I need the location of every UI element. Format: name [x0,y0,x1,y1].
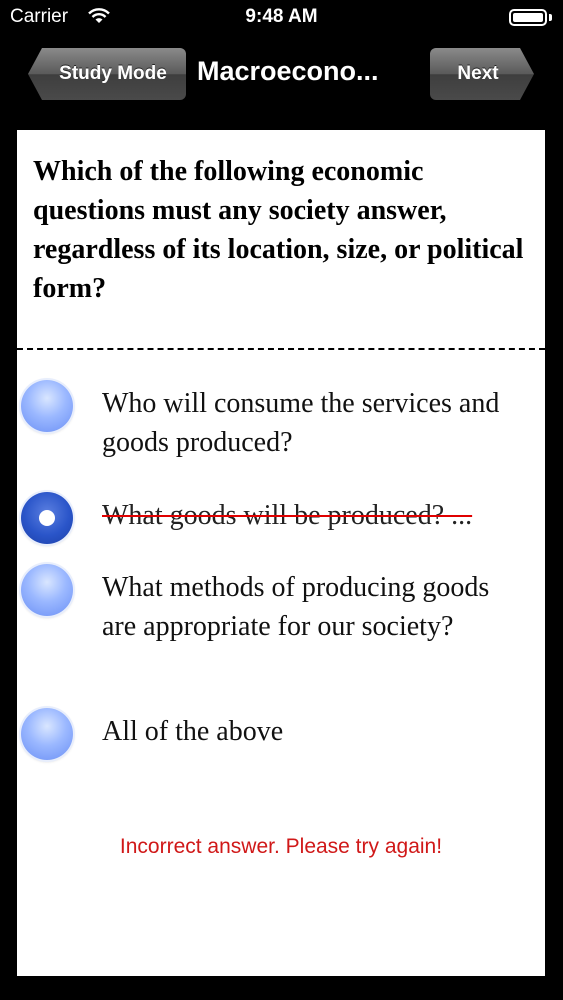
answer-option-3[interactable]: What methods of producing goods are appr… [17,560,545,690]
answer-option-2[interactable]: What goods will be produced? ... [17,488,545,548]
answer-option-4[interactable]: All of the above [17,704,545,764]
status-bar: Carrier 9:48 AM [0,0,563,36]
answer-text: All of the above [102,716,284,747]
question-card: Which of the following economic question… [17,130,545,976]
radio-button-icon[interactable] [21,564,73,616]
radio-dot-icon [39,510,55,526]
answer-option-1[interactable]: Who will consume the services and goods … [17,376,545,466]
divider [17,348,545,350]
answer-text: Who will consume the services and goods … [102,388,500,458]
status-time: 9:48 AM [245,6,318,27]
battery-nub [549,14,552,21]
battery-icon [509,9,547,26]
navigation-bar: Study Mode Macroecono... Next [0,36,563,114]
page-title: Macroecono... [197,56,379,86]
answer-text: What methods of producing goods are appr… [102,572,490,642]
answer-text-incorrect: What goods will be produced? ... [102,500,473,531]
radio-button-selected-icon[interactable] [21,492,73,544]
radio-button-icon[interactable] [21,708,73,760]
feedback-message: Incorrect answer. Please try again! [119,835,443,858]
question-text: Which of the following economic question… [33,156,524,304]
radio-button-icon[interactable] [21,380,73,432]
study-mode-back-button[interactable]: Study Mode [28,48,186,100]
next-button[interactable]: Next [430,48,534,100]
